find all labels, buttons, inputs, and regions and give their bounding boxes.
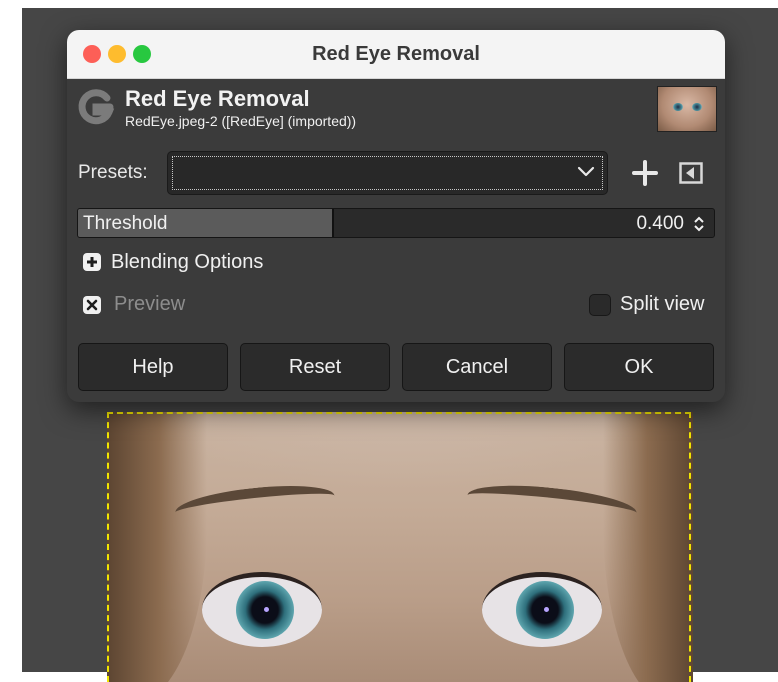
preview-label[interactable]: Preview: [114, 293, 185, 316]
preview-checkbox[interactable]: [83, 296, 101, 314]
title-bar[interactable]: Red Eye Removal: [67, 30, 725, 79]
threshold-slider[interactable]: Threshold 0.400: [77, 208, 715, 238]
presets-label: Presets:: [78, 162, 148, 183]
dialog-header: Red Eye Removal RedEye.jpeg-2 ([RedEye] …: [67, 79, 725, 137]
help-button[interactable]: Help: [78, 343, 228, 391]
reset-button[interactable]: Reset: [240, 343, 390, 391]
menu-arrow-icon[interactable]: [679, 162, 703, 184]
dialog-header-title: Red Eye Removal: [125, 86, 310, 111]
ok-button[interactable]: OK: [564, 343, 714, 391]
image-thumbnail: [657, 86, 717, 132]
chevron-down-icon: [577, 166, 595, 177]
threshold-label: Threshold: [83, 213, 168, 234]
gimp-logo-icon: [78, 89, 115, 125]
threshold-value[interactable]: 0.400: [636, 213, 684, 235]
selection-marquee: [107, 412, 691, 682]
red-eye-removal-dialog: Red Eye Removal Red Eye Removal RedEye.j…: [67, 30, 725, 402]
window-title: Red Eye Removal: [312, 43, 480, 65]
presets-focus-ring: [172, 156, 603, 190]
blending-options-expander[interactable]: Blending Options: [111, 251, 263, 274]
split-view-checkbox[interactable]: [589, 294, 611, 316]
spinner-arrows-icon[interactable]: [692, 215, 706, 233]
expand-plus-icon[interactable]: [83, 253, 101, 271]
presets-dropdown[interactable]: [167, 151, 608, 195]
split-view-label[interactable]: Split view: [620, 293, 704, 316]
cancel-button[interactable]: Cancel: [402, 343, 552, 391]
dialog-header-subtitle: RedEye.jpeg-2 ([RedEye] (imported)): [125, 113, 357, 129]
checkmark-x-icon: [86, 299, 98, 311]
plus-icon[interactable]: [632, 160, 658, 186]
